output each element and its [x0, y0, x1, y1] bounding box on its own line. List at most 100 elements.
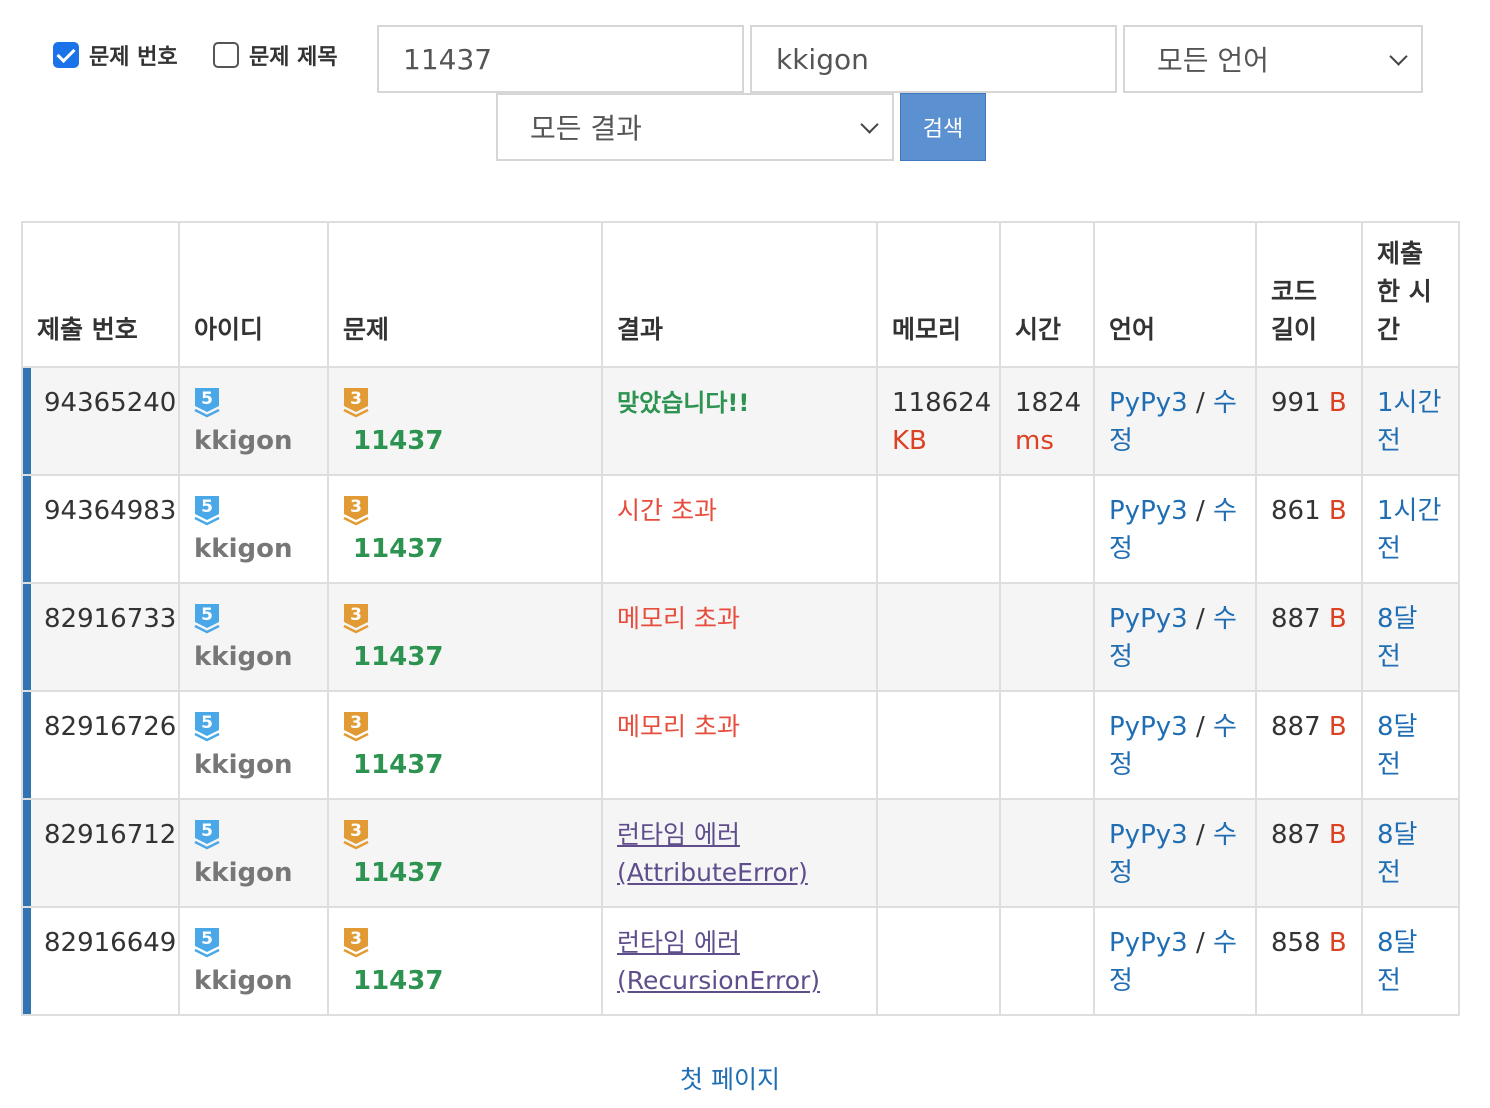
code-length-value: 861: [1271, 496, 1321, 526]
svg-text:3: 3: [350, 929, 362, 949]
checkbox-unchecked-icon[interactable]: [213, 42, 239, 68]
table-row: 82916726 5 kkigon 3 11437 메모리 초과 PyPy3 / 수정 887…: [21, 690, 1460, 800]
problem-id-link[interactable]: 11437: [343, 962, 587, 1000]
problem-tier-badge-icon: 3: [343, 603, 369, 634]
language-link[interactable]: PyPy3: [1109, 820, 1188, 850]
result-text[interactable]: 런타임 에러 (AttributeError): [617, 820, 808, 887]
problem-cell: 3 11437: [327, 366, 603, 476]
user-cell: 5 kkigon: [178, 582, 329, 692]
result-select-value: 모든 결과: [530, 112, 642, 145]
submission-id: 82916712: [44, 820, 177, 850]
svg-text:5: 5: [201, 605, 213, 625]
submitted-time-cell: 1시간 전: [1361, 366, 1460, 476]
language-cell: PyPy3 / 수정: [1093, 906, 1257, 1016]
user-id-link[interactable]: kkigon: [194, 638, 313, 676]
language-cell: PyPy3 / 수정: [1093, 582, 1257, 692]
user-tier-badge-icon: 5: [194, 819, 220, 850]
submitted-time-link[interactable]: 1시간 전: [1377, 496, 1441, 564]
svg-text:3: 3: [350, 605, 362, 625]
user-id-input[interactable]: kkigon: [750, 25, 1117, 93]
submission-id-cell: 82916712: [21, 798, 180, 908]
problem-id-link[interactable]: 11437: [343, 854, 587, 892]
problem-id-link[interactable]: 11437: [343, 638, 587, 676]
svg-text:5: 5: [201, 929, 213, 949]
checkbox-checked-icon[interactable]: [53, 42, 79, 68]
problem-cell: 3 11437: [327, 690, 603, 800]
problem-cell: 3 11437: [327, 798, 603, 908]
code-length-cell: 887 B: [1255, 798, 1363, 908]
table-header-row: 제출 번호 아이디 문제 결과 메모리 시간 언어 코드 길이 제출한 시간: [21, 221, 1460, 368]
header-code-length: 코드 길이: [1255, 221, 1363, 368]
user-id-link[interactable]: kkigon: [194, 530, 313, 568]
first-page-link[interactable]: 첫 페이지: [680, 1065, 780, 1094]
svg-text:3: 3: [350, 713, 362, 733]
problem-title-checkbox[interactable]: 문제 제목: [213, 40, 338, 70]
memory-cell: [876, 582, 1001, 692]
search-button[interactable]: 검색: [900, 93, 986, 161]
problem-id-input[interactable]: 11437: [377, 25, 744, 93]
result-text: 메모리 초과: [617, 604, 740, 633]
language-link[interactable]: PyPy3: [1109, 604, 1188, 634]
language-link[interactable]: PyPy3: [1109, 712, 1188, 742]
memory-value: 118624: [892, 388, 992, 418]
submission-id-cell: 94365240: [21, 366, 180, 476]
user-id-link[interactable]: kkigon: [194, 962, 313, 1000]
submitted-time-link[interactable]: 8달 전: [1377, 604, 1417, 672]
submitted-time-link[interactable]: 8달 전: [1377, 712, 1417, 780]
user-tier-badge-icon: 5: [194, 603, 220, 634]
problem-id-value: 11437: [403, 42, 493, 76]
problem-id-link[interactable]: 11437: [343, 422, 587, 460]
submitted-time-cell: 8달 전: [1361, 690, 1460, 800]
code-length-value: 887: [1271, 712, 1321, 742]
time-cell: [999, 906, 1095, 1016]
header-memory: 메모리: [876, 221, 1001, 368]
code-length-unit: B: [1328, 928, 1347, 958]
user-id-value: kkigon: [776, 42, 869, 76]
user-id-link[interactable]: kkigon: [194, 422, 313, 460]
header-submission-id: 제출 번호: [21, 221, 180, 368]
code-length-cell: 861 B: [1255, 474, 1363, 584]
problem-cell: 3 11437: [327, 906, 603, 1016]
svg-text:5: 5: [201, 821, 213, 841]
table-row: 82916649 5 kkigon 3 11437 런타임 에러 (RecursionEr…: [21, 906, 1460, 1016]
code-length-cell: 991 B: [1255, 366, 1363, 476]
header-problem: 문제: [327, 221, 603, 368]
time-cell: [999, 798, 1095, 908]
user-cell: 5 kkigon: [178, 798, 329, 908]
problem-tier-badge-icon: 3: [343, 927, 369, 958]
user-cell: 5 kkigon: [178, 690, 329, 800]
result-cell: 런타임 에러 (AttributeError): [601, 798, 878, 908]
language-link[interactable]: PyPy3: [1109, 496, 1188, 526]
header-time: 시간: [999, 221, 1095, 368]
language-link[interactable]: PyPy3: [1109, 388, 1188, 418]
submitted-time-link[interactable]: 1시간 전: [1377, 388, 1441, 456]
header-language: 언어: [1093, 221, 1257, 368]
svg-text:3: 3: [350, 389, 362, 409]
problem-number-checkbox[interactable]: 문제 번호: [53, 40, 178, 70]
problem-cell: 3 11437: [327, 474, 603, 584]
submitted-time-link[interactable]: 8달 전: [1377, 820, 1417, 888]
language-select[interactable]: 모든 언어: [1123, 25, 1423, 93]
user-id-link[interactable]: kkigon: [194, 854, 313, 892]
pagination: 첫 페이지: [0, 1060, 1460, 1096]
result-text[interactable]: 런타임 에러 (RecursionError): [617, 928, 820, 995]
problem-id-link[interactable]: 11437: [343, 530, 587, 568]
code-length-unit: B: [1328, 604, 1347, 634]
language-cell: PyPy3 / 수정: [1093, 474, 1257, 584]
problem-tier-badge-icon: 3: [343, 387, 369, 418]
chevron-down-icon: [860, 114, 879, 134]
submitted-time-link[interactable]: 8달 전: [1377, 928, 1417, 996]
problem-number-label: 문제 번호: [89, 45, 178, 70]
problem-id-link[interactable]: 11437: [343, 746, 587, 784]
language-link[interactable]: PyPy3: [1109, 928, 1188, 958]
user-id-link[interactable]: kkigon: [194, 746, 313, 784]
submission-status-table: 제출 번호 아이디 문제 결과 메모리 시간 언어 코드 길이 제출한 시간 9…: [21, 221, 1460, 1016]
submission-id: 94365240: [44, 388, 177, 418]
result-cell: 런타임 에러 (RecursionError): [601, 906, 878, 1016]
result-select[interactable]: 모든 결과: [496, 93, 894, 161]
problem-tier-badge-icon: 3: [343, 495, 369, 526]
user-cell: 5 kkigon: [178, 366, 329, 476]
language-cell: PyPy3 / 수정: [1093, 690, 1257, 800]
submission-id-cell: 82916726: [21, 690, 180, 800]
time-unit: ms: [1015, 426, 1054, 456]
